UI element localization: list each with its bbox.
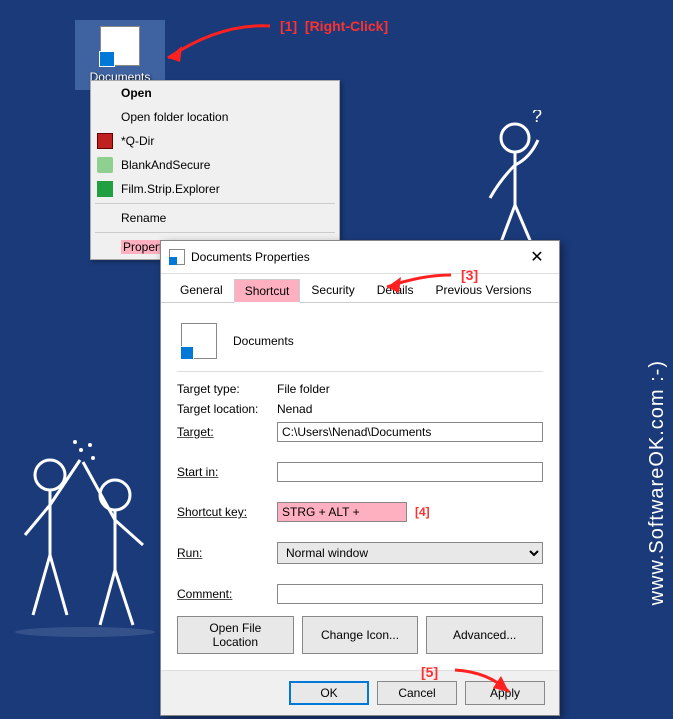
context-menu: Open Open folder location *Q-Dir BlankAn… — [90, 80, 340, 260]
dialog-body: Documents Target type:File folder Target… — [161, 303, 559, 670]
menu-item-open-folder-location[interactable]: Open folder location — [91, 105, 339, 129]
label-start-in: Start in: — [177, 465, 277, 479]
annotation-5: [5] — [421, 664, 438, 680]
cancel-button[interactable]: Cancel — [377, 681, 457, 705]
tab-security[interactable]: Security — [300, 278, 365, 302]
arrow-5 — [451, 666, 521, 703]
doc-icon — [181, 323, 217, 359]
close-button[interactable]: ✕ — [523, 247, 551, 267]
label-shortcut-key: Shortcut key: — [177, 505, 277, 519]
svg-text:?: ? — [532, 110, 542, 126]
ok-button[interactable]: OK — [289, 681, 369, 705]
menu-item-qdir[interactable]: *Q-Dir — [91, 129, 339, 153]
annotation-4: [4] — [415, 505, 430, 519]
watermark: www.SoftwareOK.com :-) — [646, 360, 669, 605]
menu-item-open[interactable]: Open — [91, 81, 339, 105]
select-run[interactable]: Normal window — [277, 542, 543, 564]
arrow-1 — [160, 18, 280, 73]
label-target: Target: — [177, 425, 277, 439]
properties-dialog: Documents Properties ✕ General Shortcut … — [160, 240, 560, 716]
value-target-location: Nenad — [277, 402, 543, 416]
doc-name: Documents — [233, 334, 294, 348]
dialog-titlebar: Documents Properties ✕ — [161, 241, 559, 274]
change-icon-button[interactable]: Change Icon... — [302, 616, 419, 654]
dialog-tabs: General Shortcut Security Details Previo… — [161, 274, 559, 303]
menu-item-filmstrip[interactable]: Film.Strip.Explorer — [91, 177, 339, 201]
tab-general[interactable]: General — [169, 278, 234, 302]
open-file-location-button[interactable]: Open File Location — [177, 616, 294, 654]
stick-figure-highfive — [5, 420, 175, 655]
input-shortcut-key[interactable] — [277, 502, 407, 522]
annotation-1-text: [Right-Click] — [305, 18, 388, 34]
arrow-3 — [381, 267, 461, 300]
label-run: Run: — [177, 546, 277, 560]
annotation-1-num: [1] — [280, 18, 297, 34]
label-comment: Comment: — [177, 587, 277, 601]
value-target-type: File folder — [277, 382, 543, 396]
menu-separator — [95, 203, 335, 204]
shield-icon — [97, 157, 113, 173]
annotation-3: [3] — [461, 267, 478, 283]
label-target-location: Target location: — [177, 402, 277, 416]
label-target-type: Target type: — [177, 382, 277, 396]
dialog-title-icon — [169, 249, 185, 265]
documents-icon — [100, 26, 140, 66]
input-comment[interactable] — [277, 584, 543, 604]
qdir-icon — [97, 133, 113, 149]
advanced-button[interactable]: Advanced... — [426, 616, 543, 654]
input-target[interactable] — [277, 422, 543, 442]
dialog-title: Documents Properties — [191, 250, 523, 264]
tab-shortcut[interactable]: Shortcut — [234, 279, 301, 303]
film-icon — [97, 181, 113, 197]
input-start-in[interactable] — [277, 462, 543, 482]
menu-item-rename[interactable]: Rename — [91, 206, 339, 230]
menu-separator — [95, 232, 335, 233]
annotation-1: [1] [Right-Click] — [280, 18, 388, 34]
menu-item-blankandsecure[interactable]: BlankAndSecure — [91, 153, 339, 177]
